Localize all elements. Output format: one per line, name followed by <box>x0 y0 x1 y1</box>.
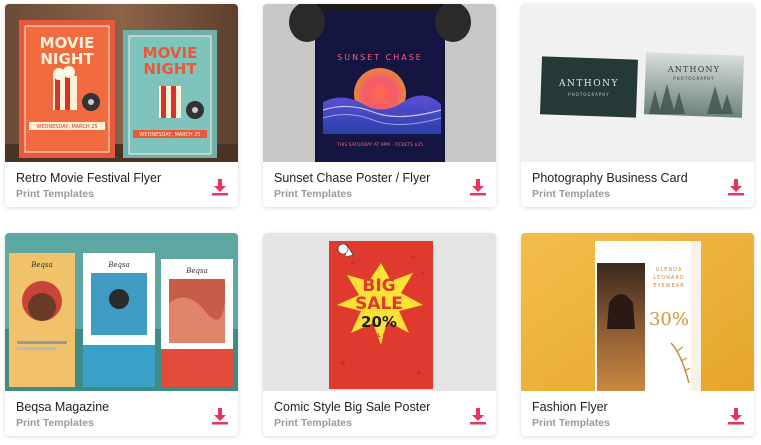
flyer-name: LEONARD <box>653 275 684 281</box>
download-icon[interactable] <box>469 178 487 196</box>
sale-line: SPECIAL OFFER <box>355 333 403 339</box>
template-thumbnail[interactable]: Beqsa Beqsa Beqsa <box>5 233 238 391</box>
template-title[interactable]: Fashion Flyer <box>532 400 608 414</box>
sale-line: BIG <box>362 276 395 296</box>
magazine-logo: Beqsa <box>185 267 208 275</box>
flyer-percent: 30% <box>649 309 689 330</box>
download-icon[interactable] <box>727 178 745 196</box>
template-card[interactable]: MOVIE NIGHT WEDNESDAY, MARCH 25 MOVIE NI… <box>5 4 238 207</box>
template-card[interactable]: BIG SALE 20% SPECIAL OFFER Comic Style B… <box>263 233 496 436</box>
flyer-date: WEDNESDAY, MARCH 25 <box>36 124 97 130</box>
card-name: ANTHONY <box>667 65 720 74</box>
download-icon[interactable] <box>211 407 229 425</box>
template-thumbnail[interactable]: GLENDA LEONARD EYEWEAR 30% <box>521 233 754 391</box>
download-icon[interactable] <box>211 178 229 196</box>
template-card[interactable]: GLENDA LEONARD EYEWEAR 30% Fashion Flyer… <box>521 233 754 436</box>
poster-footer: THIS SATURDAY AT 9PM · TICKETS $25 <box>336 142 423 148</box>
template-card[interactable]: SUNSET CHASE THIS SATURDAY AT 9PM · TICK… <box>263 4 496 207</box>
template-category[interactable]: Print Templates <box>274 417 352 429</box>
template-title[interactable]: Comic Style Big Sale Poster <box>274 400 430 414</box>
flyer-heading: NIGHT <box>143 60 197 78</box>
download-icon[interactable] <box>469 407 487 425</box>
sale-line: SALE <box>355 294 403 314</box>
template-category[interactable]: Print Templates <box>532 188 610 200</box>
template-thumbnail[interactable]: BIG SALE 20% SPECIAL OFFER <box>263 233 496 391</box>
download-icon[interactable] <box>727 407 745 425</box>
poster-heading: SUNSET CHASE <box>337 53 423 62</box>
flyer-name: EYEWEAR <box>653 283 684 289</box>
template-category[interactable]: Print Templates <box>274 188 352 200</box>
template-card[interactable]: ANTHONY PHOTOGRAPHY ANTHONY PHOTOGRAPHY … <box>521 4 754 207</box>
flyer-heading: NIGHT <box>40 50 94 68</box>
template-category[interactable]: Print Templates <box>16 417 94 429</box>
template-thumbnail[interactable]: SUNSET CHASE THIS SATURDAY AT 9PM · TICK… <box>263 4 496 162</box>
template-title[interactable]: Photography Business Card <box>532 171 688 185</box>
magazine-logo: Beqsa <box>107 261 130 269</box>
magazine-logo: Beqsa <box>30 261 53 269</box>
card-sub: PHOTOGRAPHY <box>673 76 714 81</box>
sale-line: 20% <box>361 313 397 331</box>
template-card[interactable]: Beqsa Beqsa Beqsa Beqsa Magazine Print T… <box>5 233 238 436</box>
flyer-name: GLENDA <box>656 267 683 273</box>
template-category[interactable]: Print Templates <box>16 188 94 200</box>
template-title[interactable]: Sunset Chase Poster / Flyer <box>274 171 430 185</box>
card-sub: PHOTOGRAPHY <box>568 92 609 97</box>
template-category[interactable]: Print Templates <box>532 417 610 429</box>
template-title[interactable]: Beqsa Magazine <box>16 400 109 414</box>
template-thumbnail[interactable]: MOVIE NIGHT WEDNESDAY, MARCH 25 MOVIE NI… <box>5 4 238 162</box>
template-title[interactable]: Retro Movie Festival Flyer <box>16 171 161 185</box>
flyer-date: WEDNESDAY, MARCH 25 <box>139 132 200 138</box>
card-name: ANTHONY <box>558 79 619 89</box>
template-thumbnail[interactable]: ANTHONY PHOTOGRAPHY ANTHONY PHOTOGRAPHY <box>521 4 754 162</box>
